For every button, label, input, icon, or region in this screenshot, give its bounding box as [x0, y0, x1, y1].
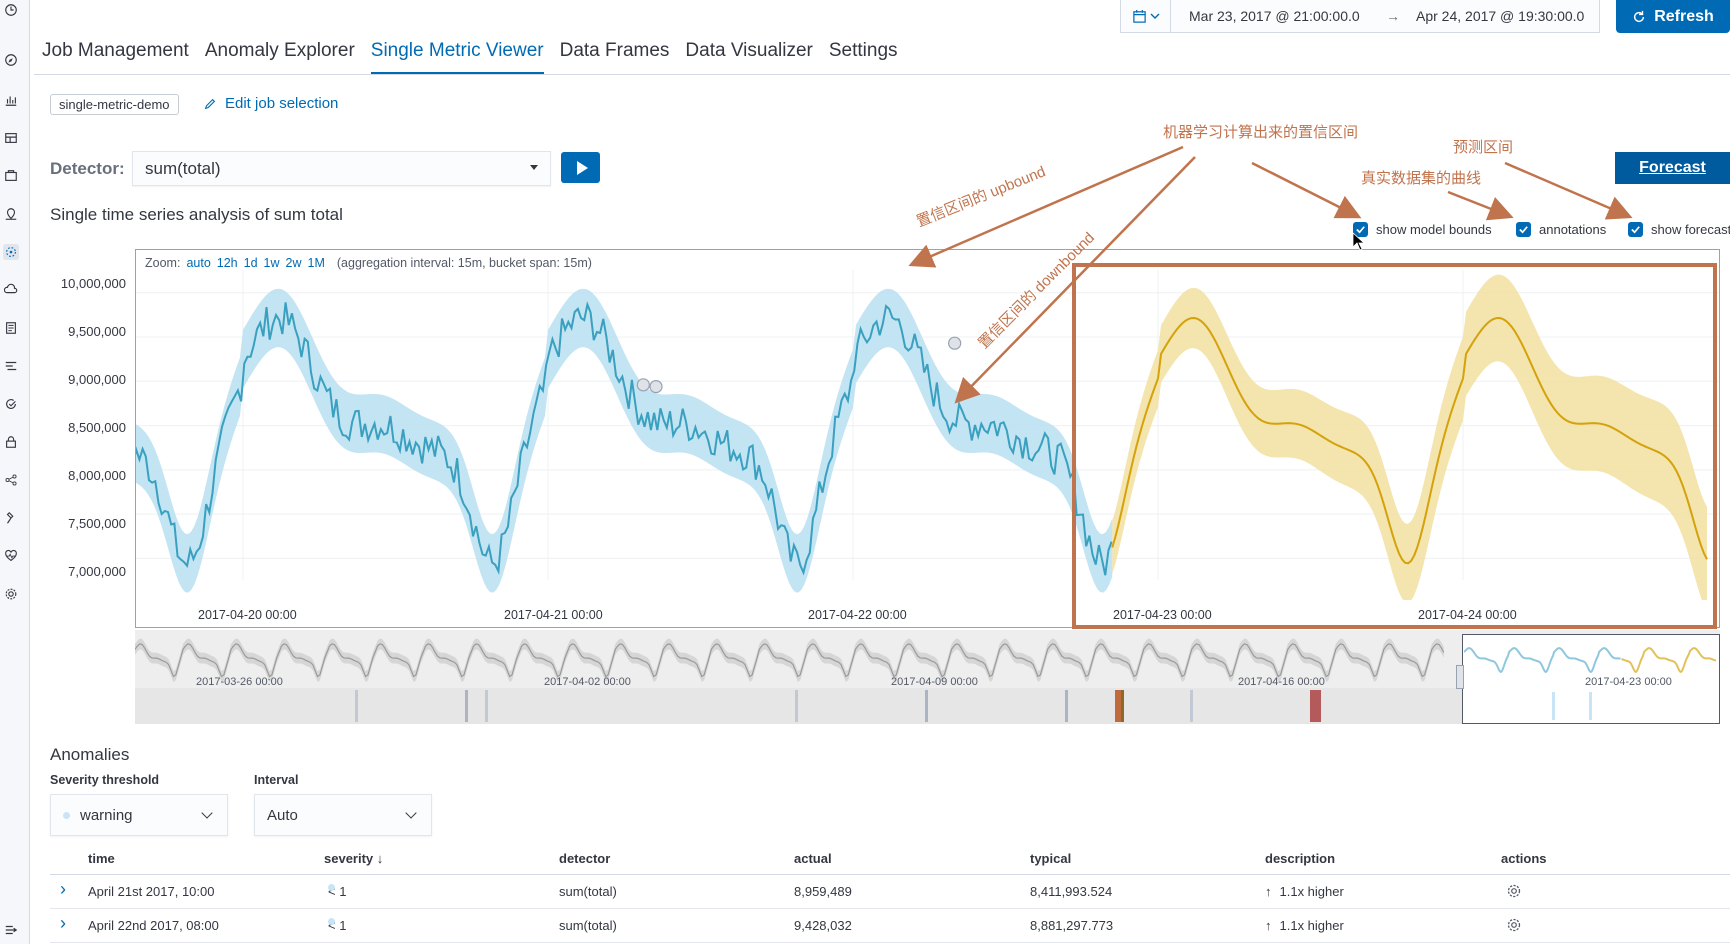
cell-time: April 21st 2017, 10:00 [88, 884, 215, 899]
annotation-real-curve: 真实数据集的曲线 [1361, 170, 1482, 187]
table-row: › April 21st 2017, 10:00 < 1 sum(total) … [50, 875, 1730, 909]
cell-description-text: 1.1x higher [1279, 884, 1344, 899]
col-time[interactable]: time [88, 851, 115, 866]
cell-actual: 9,428,032 [794, 918, 852, 933]
col-detector[interactable]: detector [559, 851, 610, 866]
anomalies-table-header: time severity ↓ detector actual typical … [50, 849, 1730, 875]
cell-typical: 8,411,993.524 [1030, 884, 1113, 899]
mouse-cursor-icon [1352, 232, 1366, 251]
severity-threshold-select[interactable]: warning [50, 794, 228, 836]
col-actual[interactable]: actual [794, 851, 832, 866]
arrow-model-bounds [1251, 161, 1362, 219]
cell-time: April 22nd 2017, 08:00 [88, 918, 219, 933]
cell-typical: 8,881,297.773 [1030, 918, 1114, 933]
sort-down-icon: ↓ [376, 851, 384, 866]
cell-severity: < 1 [328, 918, 346, 933]
arrow-annotations [1447, 190, 1514, 221]
cell-detector: sum(total) [559, 884, 617, 899]
interval-select[interactable]: Auto [254, 794, 432, 836]
cell-description: ↑ 1.1x higher [1265, 918, 1344, 933]
expand-row-icon[interactable]: › [60, 879, 66, 900]
table-row: › April 22nd 2017, 08:00 < 1 sum(total) … [50, 909, 1730, 943]
cell-description-text: 1.1x higher [1279, 918, 1344, 933]
arrow-up-icon: ↑ [1265, 918, 1272, 933]
anomalies-heading: Anomalies [50, 745, 130, 764]
cell-description: ↑ 1.1x higher [1265, 884, 1344, 899]
severity-dot-icon [328, 918, 335, 925]
arrow-forecast [1504, 161, 1633, 220]
col-typical[interactable]: typical [1030, 851, 1071, 866]
severity-threshold-label: Severity threshold [50, 773, 160, 787]
cell-detector: sum(total) [559, 918, 617, 933]
annotation-forecast-range: 预测区间 [1453, 139, 1514, 156]
gear-icon[interactable] [1506, 883, 1522, 902]
arrow-up-icon: ↑ [1265, 884, 1272, 899]
severity-dot-icon [328, 884, 335, 891]
annotation-confidence: 机器学习计算出来的置信区间 [1163, 124, 1359, 141]
cell-actual: 8,959,489 [794, 884, 852, 899]
expand-row-icon[interactable]: › [60, 913, 66, 934]
gear-icon[interactable] [1506, 917, 1522, 936]
chevron-down-icon [405, 807, 417, 819]
col-description[interactable]: description [1265, 851, 1335, 866]
interval-label: Interval [254, 773, 299, 787]
col-severity[interactable]: severity ↓ [324, 851, 383, 866]
chevron-down-icon [201, 807, 213, 819]
severity-dot-icon [63, 811, 70, 819]
col-severity-label: severity [324, 851, 374, 866]
cell-severity: < 1 [328, 884, 346, 899]
col-actions: actions [1501, 851, 1547, 866]
